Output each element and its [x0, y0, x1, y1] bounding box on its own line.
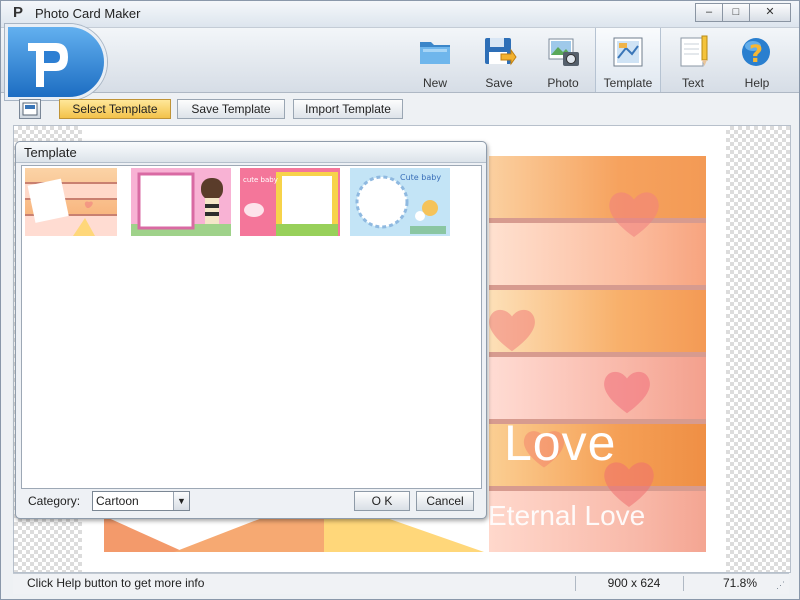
maximize-button[interactable]: □ [722, 3, 750, 22]
template-thumbnail-4[interactable]: Cute baby [350, 168, 450, 236]
status-divider [575, 576, 576, 591]
card-love-text[interactable]: Love [504, 414, 616, 472]
photo-button[interactable]: Photo [531, 28, 595, 92]
brand-logo-icon [5, 24, 107, 100]
help-button[interactable]: ? Help [725, 28, 789, 92]
template-subtoolbar: Select Template Save Template Import Tem… [11, 96, 789, 122]
thumb-cute-baby-blue-text: Cute baby [400, 173, 441, 182]
plank [489, 223, 706, 285]
image-size-readout: 900 x 624 [607, 576, 661, 590]
save-template-button[interactable]: Save Template [177, 99, 285, 119]
main-toolbar: New Save Photo Template Text ? Help [1, 24, 799, 100]
category-select[interactable]: Cartoon ▼ [92, 491, 190, 511]
svg-text:?: ? [749, 40, 763, 68]
text-label: Text [681, 76, 704, 90]
template-thumbnail-list: cute baby Cute baby [21, 165, 482, 489]
plank [489, 357, 706, 419]
app-window: P Photo Card Maker – □ ✕ New Save Photo … [0, 0, 800, 600]
template-thumbnail-1[interactable] [25, 168, 117, 236]
template-icon [613, 37, 643, 67]
photo-icon [548, 38, 579, 66]
ok-button[interactable]: O K [354, 491, 410, 511]
template-dialog: Template cute baby Cute baby Category: C… [15, 141, 487, 519]
save-label: Save [485, 76, 513, 90]
help-label: Help [744, 76, 770, 90]
heart-icon [489, 309, 535, 352]
zoom-level-readout: 71.8% [722, 576, 757, 590]
text-button[interactable]: Text [661, 28, 725, 92]
template-label: Template [603, 76, 653, 90]
select-template-button[interactable]: Select Template [59, 99, 171, 119]
thumb-cute-baby-text: cute baby [243, 176, 278, 184]
wood-planks-background [489, 156, 706, 552]
photo-label: Photo [547, 76, 579, 90]
category-value: Cartoon [96, 494, 139, 508]
import-template-button[interactable]: Import Template [293, 99, 403, 119]
title-bar: P Photo Card Maker – □ ✕ [1, 1, 799, 28]
folder-icon [420, 42, 450, 64]
tool-group: New Save Photo Template Text ? Help [403, 28, 789, 92]
status-message: Click Help button to get more info [27, 576, 205, 590]
template-panel-icon[interactable] [19, 99, 41, 119]
dialog-title-bar[interactable]: Template [16, 142, 486, 163]
heart-icon [609, 192, 659, 237]
minimize-button[interactable]: – [695, 3, 723, 22]
dialog-footer: Category: Cartoon ▼ O K Cancel [16, 488, 486, 516]
close-button[interactable]: ✕ [749, 3, 791, 22]
cancel-button[interactable]: Cancel [416, 491, 474, 511]
window-title: Photo Card Maker [35, 6, 141, 21]
new-button[interactable]: New [403, 28, 467, 92]
plank [489, 156, 706, 218]
new-label: New [422, 76, 447, 90]
save-button[interactable]: Save [467, 28, 531, 92]
window-controls: – □ ✕ [695, 3, 791, 22]
card-eternal-love-text[interactable]: Eternal Love [488, 500, 645, 532]
decor-triangle [104, 516, 184, 552]
category-label: Category: [28, 494, 81, 508]
status-divider [683, 576, 684, 591]
text-icon [680, 35, 708, 67]
save-icon [485, 38, 517, 66]
resize-grip-icon[interactable]: ⋰ [776, 580, 785, 591]
template-thumbnail-2[interactable] [131, 168, 231, 236]
dialog-title: Template [24, 145, 77, 160]
app-logo-icon: P [13, 4, 24, 21]
heart-icon [604, 371, 650, 414]
status-bar: Click Help button to get more info 900 x… [13, 573, 789, 594]
help-icon: ? [742, 38, 770, 68]
template-button[interactable]: Template [595, 28, 661, 92]
template-thumbnail-3[interactable]: cute baby [240, 168, 340, 236]
canvas-transparent-right [726, 126, 790, 572]
chevron-down-icon[interactable]: ▼ [173, 492, 189, 510]
